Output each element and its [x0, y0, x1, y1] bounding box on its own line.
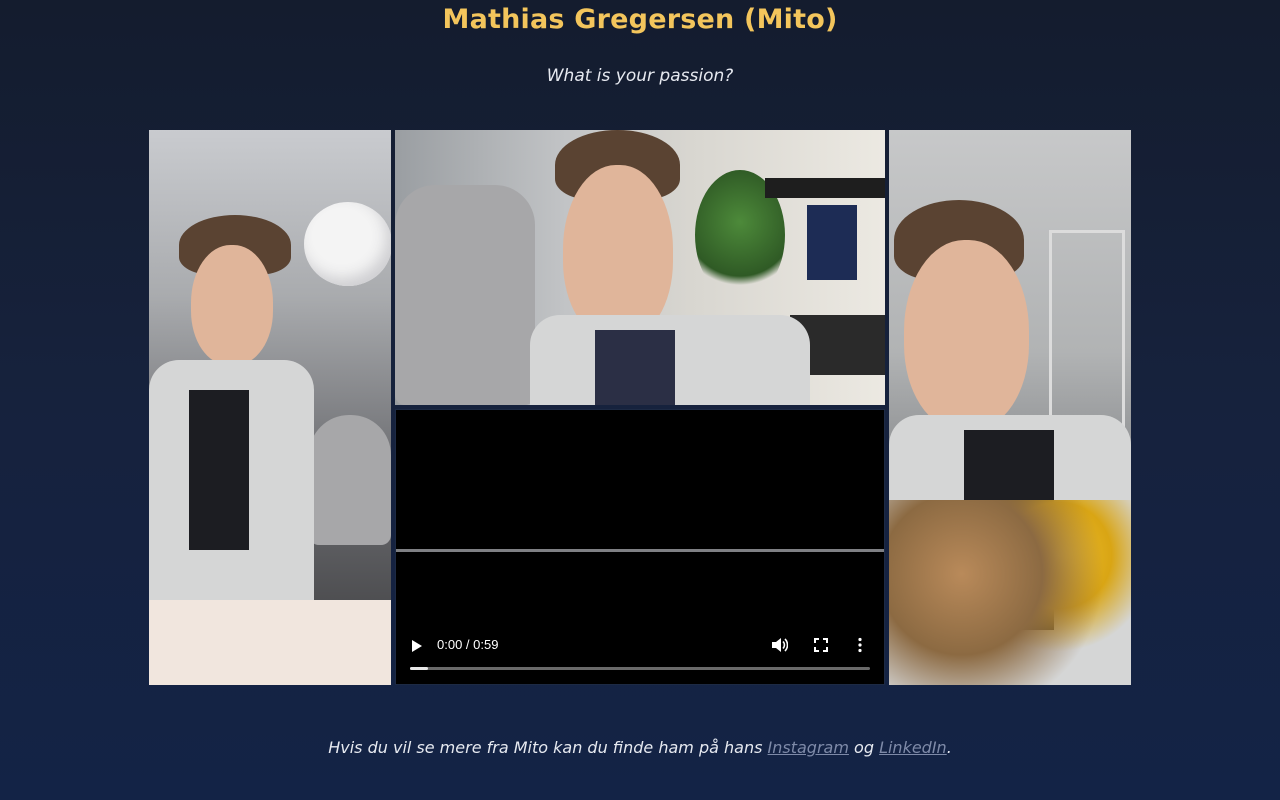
face	[904, 240, 1029, 430]
footer-text-after: .	[946, 738, 952, 757]
video-controls: 0:00 / 0:59	[396, 624, 884, 684]
progress-fill	[410, 667, 429, 670]
more-options-icon[interactable]	[856, 637, 864, 653]
pendant-lamp	[304, 202, 391, 286]
gaming-chair	[309, 415, 391, 545]
fullscreen-icon[interactable]	[814, 638, 828, 652]
shirt	[189, 390, 249, 550]
photo-playing-piano	[149, 130, 391, 685]
photo-gallery: 0:00 / 0:59	[149, 130, 1131, 685]
linkedin-link[interactable]: LinkedIn	[879, 738, 947, 757]
footer-text-between: og	[848, 738, 880, 757]
progress-bar[interactable]	[410, 667, 870, 670]
video-player[interactable]: 0:00 / 0:59	[395, 409, 885, 685]
face	[191, 245, 273, 365]
volume-icon[interactable]	[772, 638, 788, 652]
flower-bouquet	[889, 500, 1131, 685]
footer-text: Hvis du vil se mere fra Mito kan du find…	[0, 738, 1280, 757]
footer-text-before: Hvis du vil se mere fra Mito kan du find…	[328, 738, 768, 757]
gaming-chair	[395, 185, 535, 405]
page-subtitle: What is your passion?	[546, 66, 734, 86]
photo-portrait-desk	[395, 130, 885, 405]
photo-holding-flowers	[889, 130, 1131, 685]
page-title: Mathias Gregersen (Mito)	[442, 4, 838, 35]
door-frame	[1049, 230, 1125, 436]
wall-shelf	[765, 178, 885, 198]
play-icon[interactable]	[412, 640, 422, 652]
piano-keys	[149, 600, 391, 685]
book	[807, 205, 857, 280]
instagram-link[interactable]: Instagram	[768, 738, 849, 757]
shirt	[595, 330, 675, 405]
face	[563, 165, 673, 340]
video-frame-line	[396, 549, 884, 552]
time-display: 0:00 / 0:59	[437, 637, 499, 652]
